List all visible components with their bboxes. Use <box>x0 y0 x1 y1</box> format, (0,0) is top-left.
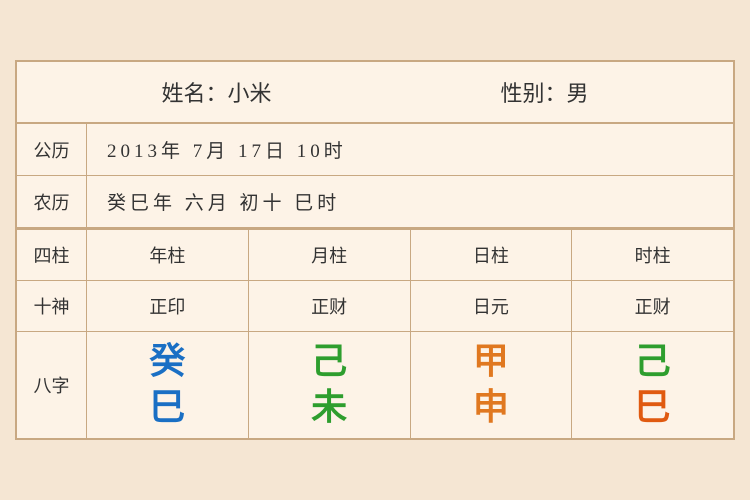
shishen-year: 正印 <box>87 281 249 331</box>
bazi-month-top: 己 <box>311 342 347 382</box>
solar-value: 2013年 7月 17日 10时 <box>87 124 733 175</box>
bazi-day-bottom: 申 <box>473 388 509 428</box>
solar-row: 公历 2013年 7月 17日 10时 <box>17 124 733 176</box>
lunar-label: 农历 <box>17 176 87 227</box>
bazi-month-bottom: 未 <box>311 388 347 428</box>
bazi-label: 八字 <box>17 332 87 437</box>
bazi-day: 甲 申 <box>411 332 573 437</box>
bazi-hour-top: 己 <box>635 342 671 382</box>
table-section: 四柱 年柱 月柱 日柱 时柱 十神 正印 正财 日元 正财 八字 癸 巳 己 未 <box>17 228 733 437</box>
col-day: 日柱 <box>411 230 573 280</box>
shishen-hour: 正财 <box>572 281 733 331</box>
shishen-label: 十神 <box>17 281 87 331</box>
bazi-row: 八字 癸 巳 己 未 甲 申 己 巳 <box>17 332 733 437</box>
columns-row: 四柱 年柱 月柱 日柱 时柱 <box>17 230 733 281</box>
bazi-year-bottom: 巳 <box>149 388 185 428</box>
bazi-month: 己 未 <box>249 332 411 437</box>
solar-label: 公历 <box>17 124 87 175</box>
header-row: 姓名：小米 性别：男 <box>17 62 733 124</box>
shishen-row: 十神 正印 正财 日元 正财 <box>17 281 733 332</box>
bazi-year-top: 癸 <box>149 342 185 382</box>
col-year: 年柱 <box>87 230 249 280</box>
bazi-hour-bottom: 巳 <box>635 388 671 428</box>
main-container: 姓名：小米 性别：男 公历 2013年 7月 17日 10时 农历 癸巳年 六月… <box>15 60 735 439</box>
col-hour: 时柱 <box>572 230 733 280</box>
name-label: 姓名：小米 <box>161 76 271 108</box>
lunar-row: 农历 癸巳年 六月 初十 巳时 <box>17 176 733 228</box>
col-month: 月柱 <box>249 230 411 280</box>
shishen-month: 正财 <box>249 281 411 331</box>
bazi-year: 癸 巳 <box>87 332 249 437</box>
bazi-hour: 己 巳 <box>572 332 733 437</box>
bazi-day-top: 甲 <box>473 342 509 382</box>
lunar-value: 癸巳年 六月 初十 巳时 <box>87 176 733 227</box>
columns-label: 四柱 <box>17 230 87 280</box>
gender-label: 性别：男 <box>500 76 588 108</box>
shishen-day: 日元 <box>411 281 573 331</box>
